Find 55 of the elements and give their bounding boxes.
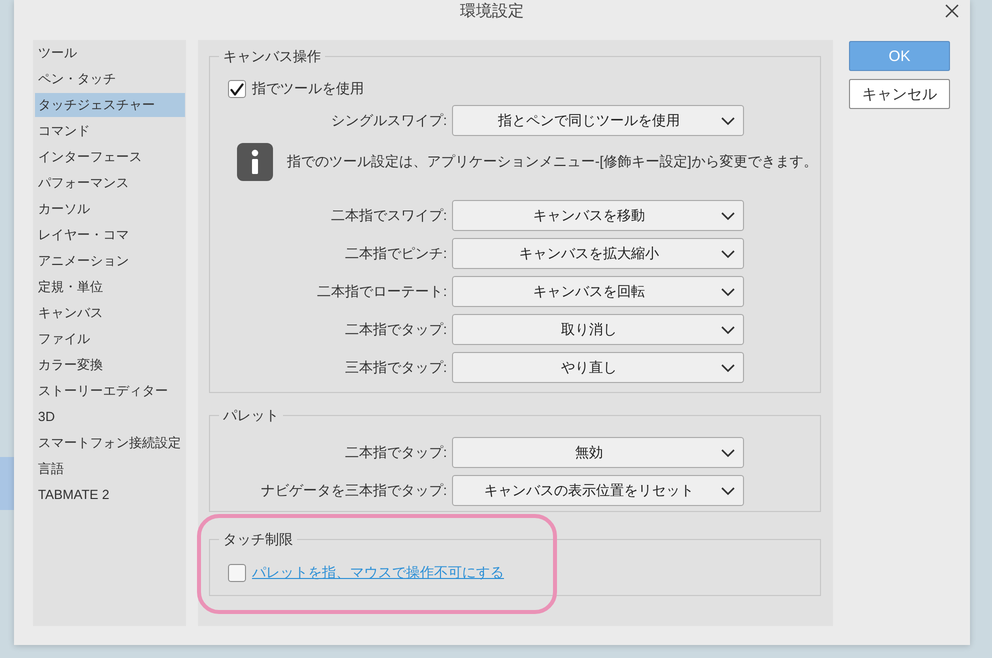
dropdown-label: 三本指でタップ: [344,358,447,376]
checkbox-label[interactable]: 指でツールを使用 [252,80,364,98]
group-title: キャンバス操作 [222,47,322,65]
dropdown[interactable]: 取り消し [452,314,744,345]
dropdown-label: 二本指でタップ: [344,444,447,462]
checkmark-icon [230,82,244,96]
checkbox[interactable] [228,80,246,98]
info-text: 指でのツール設定は、アプリケーションメニュー-[修飾キー設定]から変更できます。 [287,153,818,171]
sidebar-item[interactable]: パフォーマンス [35,170,185,196]
sidebar-item[interactable]: スマートフォン接続設定 [35,430,185,456]
sidebar-item[interactable]: TABMATE 2 [35,482,185,508]
sidebar-item[interactable]: コマンド [35,118,185,144]
checkbox[interactable] [228,564,246,582]
sidebar-item[interactable]: カーソル [35,196,185,222]
dropdown-label: ナビゲータを三本指でタップ: [260,482,447,500]
sidebar-item[interactable]: タッチジェスチャー [35,93,185,117]
cancel-button[interactable]: キャンセル [849,79,950,109]
sidebar-item[interactable]: ファイル [35,326,185,352]
dropdown-label: 二本指でローテート: [316,282,447,300]
chevron-down-icon [721,364,735,372]
sidebar-item[interactable]: キャンバス [35,300,185,326]
sidebar-item[interactable]: インターフェース [35,144,185,170]
group-title: タッチ制限 [222,530,294,548]
sidebar-item[interactable]: レイヤー・コマ [35,222,185,248]
sidebar-item[interactable]: 定規・単位 [35,274,185,300]
dropdown[interactable]: キャンバスを拡大縮小 [452,238,744,269]
chevron-down-icon [721,448,735,456]
window-title: 環境設定 [460,2,524,22]
info-icon [237,143,273,181]
chevron-down-icon [721,486,735,494]
dropdown[interactable]: キャンバスを移動 [452,200,744,231]
sidebar-item[interactable]: カラー変換 [35,352,185,378]
dropdown-label: 二本指でタップ: [344,320,447,338]
sidebar-item[interactable]: 3D [35,404,185,430]
dropdown[interactable]: キャンバスを回転 [452,276,744,307]
dropdown-label: 二本指でスワイプ: [330,206,447,224]
chevron-down-icon [721,326,735,334]
group-title: パレット [222,406,280,424]
background-panel [0,457,14,510]
dropdown-label: 二本指でピンチ: [344,244,447,262]
dropdown[interactable]: キャンバスの表示位置をリセット [452,475,744,506]
chevron-down-icon [721,288,735,296]
dropdown-label: シングルスワイプ: [330,112,447,130]
dropdown[interactable]: 指とペンで同じツールを使用 [452,105,744,136]
close-icon[interactable] [945,4,959,18]
chevron-down-icon [721,116,735,124]
sidebar-item[interactable]: 言語 [35,456,185,482]
sidebar-item[interactable]: ストーリーエディター [35,378,185,404]
sidebar-item[interactable]: ペン・タッチ [35,66,185,92]
sidebar-item[interactable]: ツール [35,40,185,66]
dropdown[interactable]: やり直し [452,352,744,383]
dropdown[interactable]: 無効 [452,437,744,468]
sidebar-item[interactable]: アニメーション [35,248,185,274]
chevron-down-icon [721,212,735,220]
chevron-down-icon [721,250,735,258]
